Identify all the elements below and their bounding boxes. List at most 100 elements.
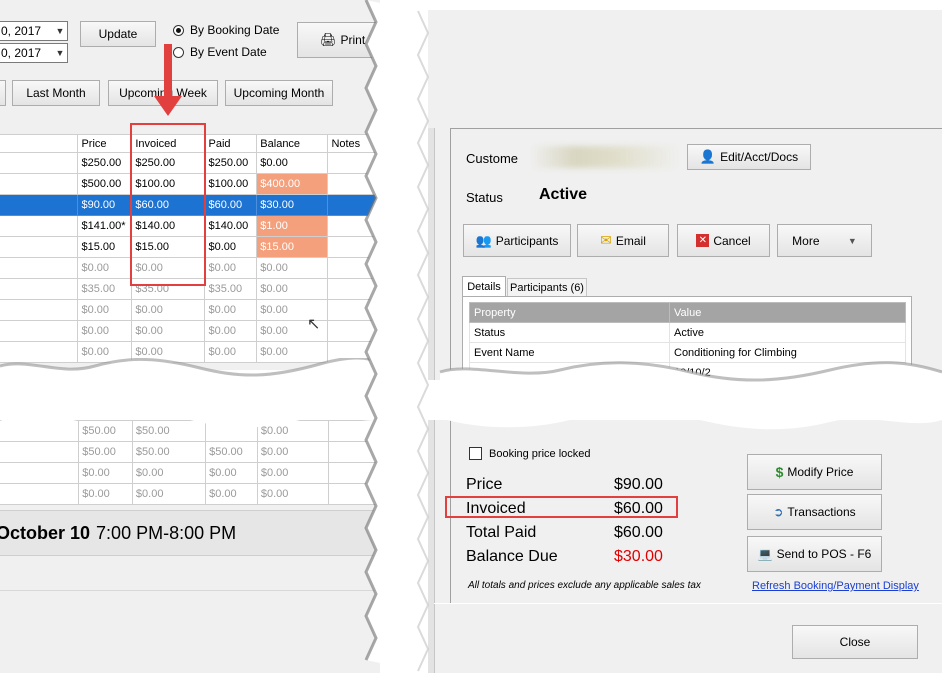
- table-row[interactable]: $0.00 $0.00 $0.00 $0.00: [0, 462, 379, 484]
- cancel-x-icon: ✕: [696, 234, 710, 247]
- cell-balance: $15.00: [256, 236, 329, 258]
- invoiced-total-highlight: [445, 496, 678, 518]
- cell-blank: [0, 236, 79, 258]
- cell-paid: $0.00: [204, 320, 258, 342]
- column-header-paid[interactable]: Paid: [204, 134, 258, 153]
- booking-list-panel: 0, 2017 ▼ 0, 2017 ▼ Update By Booking Da…: [0, 0, 380, 370]
- cell-price: $0.00: [77, 257, 133, 279]
- by-booking-date-label: By Booking Date: [190, 23, 280, 37]
- cell-paid: $250.00: [204, 152, 258, 174]
- cell-balance: $0.00: [256, 420, 329, 442]
- table-row[interactable]: $50.00 $50.00 $50.00 $0.00: [0, 441, 379, 463]
- table-row[interactable]: $0.00 $0.00 $0.00 $0.00: [0, 320, 378, 342]
- previous-button[interactable]: [0, 80, 6, 106]
- transactions-button[interactable]: ➲ Transactions: [747, 494, 882, 530]
- column-header-balance[interactable]: Balance: [256, 134, 329, 153]
- by-event-date-label: By Event Date: [190, 45, 267, 59]
- more-button[interactable]: More ▼: [777, 224, 872, 257]
- edit-acct-docs-button[interactable]: 👤 Edit/Acct/Docs: [687, 144, 811, 170]
- cell-price: $141.00*: [77, 215, 133, 237]
- cell-blank: [0, 173, 79, 195]
- cell-price: $0.00: [78, 462, 133, 484]
- scrollbar-track[interactable]: [0, 590, 380, 611]
- email-button[interactable]: ✉ Email: [577, 224, 669, 257]
- tab-details-label: Details: [467, 281, 501, 293]
- date-to-select[interactable]: 0, 2017 ▼: [0, 43, 68, 63]
- date-from-select[interactable]: 0, 2017 ▼: [0, 21, 68, 41]
- property-grid-header: Property Value: [469, 302, 906, 323]
- tab-details[interactable]: Details: [462, 276, 506, 297]
- cell-price: $15.00: [77, 236, 133, 258]
- property-value: Conditioning for Climbing: [669, 342, 906, 363]
- table-row[interactable]: $0.00 $0.00 $0.00 $0.00: [0, 483, 379, 505]
- details-tab-body: Property Value Status Active Event Name Con…: [462, 296, 912, 380]
- cell-paid: $35.00: [204, 278, 258, 300]
- radio-selected-icon: [173, 24, 184, 36]
- participants-button[interactable]: 👥 Participants: [463, 224, 571, 257]
- bookings-table-lower-body: $50.00 $50.00 $0.00 $50.00 $50.00 $50.00 $0.00…: [0, 420, 379, 505]
- cell-invoiced: $0.00: [131, 320, 206, 342]
- upcoming-month-button[interactable]: Upcoming Month: [225, 80, 333, 106]
- invoiced-column-highlight: [130, 123, 206, 286]
- property-value: 10/10/2: [669, 362, 906, 380]
- table-row[interactable]: $0.00 $0.00 $0.00 $0.00: [0, 299, 378, 321]
- radio-empty-icon: [173, 46, 184, 58]
- modify-price-button[interactable]: $ Modify Price: [747, 454, 882, 490]
- cell-paid: $100.00: [204, 173, 258, 195]
- update-button[interactable]: Update: [80, 21, 156, 47]
- cell-invoiced: $0.00: [131, 462, 207, 484]
- cell-paid: $50.00: [205, 441, 258, 463]
- property-row[interactable]: Event Name Conditioning for Climbing: [469, 342, 906, 363]
- footer-divider: [434, 603, 942, 604]
- total-value: $30.00: [614, 548, 663, 565]
- last-month-button[interactable]: Last Month: [12, 80, 100, 106]
- arrow-head-icon: [154, 96, 182, 116]
- tab-participants[interactable]: Participants (6): [507, 278, 587, 297]
- by-booking-date-radio[interactable]: By Booking Date: [173, 23, 279, 37]
- total-label: Balance Due: [466, 548, 558, 565]
- email-label: Email: [615, 233, 646, 248]
- property-name: Status: [469, 322, 670, 343]
- date-to-value: 0, 2017: [1, 46, 42, 60]
- status-label: Status: [466, 190, 503, 205]
- column-header-price[interactable]: Price: [77, 134, 133, 153]
- refresh-booking-link[interactable]: Refresh Booking/Payment Display: [752, 580, 919, 592]
- cell-paid: $0.00: [204, 299, 258, 321]
- total-value: $90.00: [614, 476, 663, 493]
- printer-icon: 🖨: [320, 32, 337, 47]
- cell-balance: $0.00: [256, 278, 329, 300]
- by-event-date-radio[interactable]: By Event Date: [173, 45, 267, 59]
- people-icon: 👥: [475, 232, 492, 248]
- cell-balance: $0.00: [256, 483, 329, 505]
- close-button[interactable]: Close: [792, 625, 918, 659]
- cell-balance: $0.00: [256, 257, 329, 279]
- property-row[interactable]: 10/10/2: [469, 362, 906, 380]
- participants-label: Participants: [495, 233, 559, 248]
- checkbox-empty-icon: [469, 447, 482, 460]
- cell-paid: $0.00: [204, 341, 258, 363]
- chevron-down-icon: ▼: [847, 235, 857, 246]
- bookings-table-lower: $50.00 $50.00 $0.00 $50.00 $50.00 $50.00 $0.00…: [0, 420, 379, 505]
- table-row[interactable]: $0.00 $0.00 $0.00 $0.00: [0, 341, 378, 363]
- total-value: $60.00: [614, 524, 663, 541]
- cell-blank: [0, 462, 80, 484]
- send-to-pos-button[interactable]: 💻 Send to POS - F6: [747, 536, 882, 572]
- cell-invoiced: $50.00: [131, 441, 207, 463]
- cell-price: $50.00: [78, 420, 133, 442]
- cell-balance: $30.00: [256, 194, 329, 216]
- property-row[interactable]: Status Active: [469, 322, 906, 343]
- cell-blank: [0, 341, 79, 363]
- cell-paid: $0.00: [204, 236, 258, 258]
- booking-price-locked-checkbox[interactable]: Booking price locked: [469, 447, 591, 460]
- property-name: Event Name: [469, 342, 670, 363]
- cell-balance: $400.00: [256, 173, 329, 195]
- table-row[interactable]: $50.00 $50.00 $0.00: [0, 420, 379, 442]
- payment-summary-panel: Booking price locked Price $90.00 Invoiced…: [428, 420, 942, 673]
- cancel-button[interactable]: ✕ Cancel: [677, 224, 770, 257]
- value-header: Value: [669, 302, 906, 323]
- cell-paid: $140.00: [204, 215, 258, 237]
- torn-edge-vertical: [364, 0, 430, 672]
- chevron-down-icon: ▼: [55, 48, 65, 58]
- customer-name-blurred: [530, 146, 680, 168]
- cell-invoiced: $0.00: [131, 299, 206, 321]
